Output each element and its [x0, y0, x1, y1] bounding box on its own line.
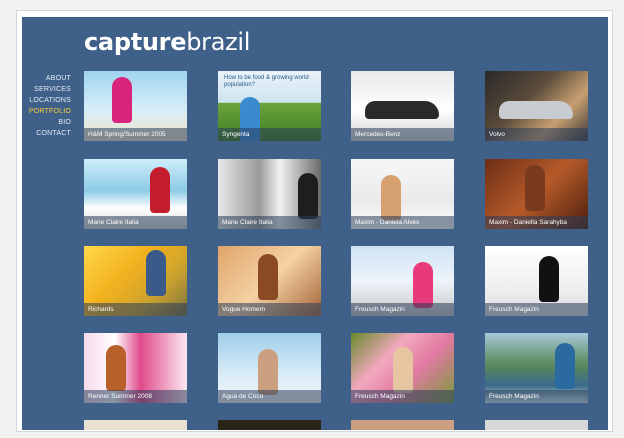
thumbnail-caption: Freusch Magazin — [485, 303, 588, 316]
thumbnail-caption: Maxim - Daniela Alves — [351, 216, 454, 229]
model-figure — [146, 250, 166, 296]
thumbnail-caption: Maxim - Daniella Sarahyba — [485, 216, 588, 229]
nav-item-services[interactable]: SERVICES — [34, 84, 71, 95]
portfolio-thumbnail[interactable]: Mercedes-Benz — [351, 71, 454, 141]
logo-word-brazil: brazil — [186, 28, 251, 56]
model-figure — [298, 173, 318, 219]
portfolio-thumbnail[interactable]: Richards — [84, 246, 187, 316]
thumbnail-caption: Agua de Coco — [218, 390, 321, 403]
ad-banner-text: How to be food & growing world populatio… — [224, 75, 309, 88]
thumbnail-caption: Freusch Magazin — [351, 390, 454, 403]
portfolio-thumbnail[interactable]: Volvo — [485, 71, 588, 141]
nav-item-contact[interactable]: CONTACT — [36, 128, 71, 139]
nav-item-portfolio[interactable]: PORTFOLIO — [29, 106, 71, 117]
model-figure — [112, 77, 132, 123]
thumbnail-caption: Marie Claire Italia — [84, 216, 187, 229]
nav-item-bio[interactable]: BIO — [58, 117, 71, 128]
thumbnail-caption: Volvo — [485, 128, 588, 141]
portfolio-thumbnail-partial[interactable] — [84, 420, 187, 430]
thumbnail-caption: Richards — [84, 303, 187, 316]
model-figure — [393, 347, 413, 393]
portfolio-thumbnail-partial[interactable] — [351, 420, 454, 430]
portfolio-thumbnail[interactable]: Freusch Magazin — [485, 333, 588, 403]
portfolio-thumbnail[interactable]: Freusch Magazin — [351, 246, 454, 316]
portfolio-thumbnail[interactable]: Vogue Homem — [218, 246, 321, 316]
portfolio-thumbnail[interactable]: Freusch Magazin — [351, 333, 454, 403]
car-image — [499, 101, 573, 119]
nav-item-locations[interactable]: LOCATIONS — [29, 95, 71, 106]
portfolio-thumbnail[interactable]: Marie Claire Italia — [218, 159, 321, 229]
site-page: capturebrazil ABOUT SERVICES LOCATIONS PORT… — [22, 17, 608, 430]
thumbnail-caption: Freusch Magazin — [351, 303, 454, 316]
model-figure — [258, 254, 278, 300]
site-logo[interactable]: capturebrazil — [84, 30, 250, 54]
portfolio-thumbnail[interactable]: Freusch Magazin — [485, 246, 588, 316]
portfolio-thumbnail[interactable]: How to be food & growing world populatio… — [218, 71, 321, 141]
logo-word-capture: capture — [84, 28, 187, 56]
portfolio-thumbnail[interactable]: Renner Summer 2008 — [84, 333, 187, 403]
model-figure — [258, 349, 278, 395]
model-figure — [539, 256, 559, 302]
model-figure — [525, 165, 545, 211]
main-nav: ABOUT SERVICES LOCATIONS PORTFOLIO BIO CONTAC… — [22, 73, 71, 139]
thumbnail-caption: Vogue Homem — [218, 303, 321, 316]
portfolio-thumbnail[interactable]: Maxim - Daniela Alves — [351, 159, 454, 229]
model-figure — [106, 345, 126, 391]
nav-item-about[interactable]: ABOUT — [46, 73, 71, 84]
thumbnail-caption: H&M Spring/Summer 2005 — [84, 128, 187, 141]
portfolio-thumbnail[interactable]: H&M Spring/Summer 2005 — [84, 71, 187, 141]
portfolio-thumbnail[interactable]: Maxim - Daniella Sarahyba — [485, 159, 588, 229]
portfolio-thumbnail[interactable]: Agua de Coco — [218, 333, 321, 403]
thumbnail-caption: Marie Claire Italia — [218, 216, 321, 229]
portfolio-thumbnail-partial[interactable] — [218, 420, 321, 430]
model-figure — [555, 343, 575, 389]
model-figure — [381, 175, 401, 221]
portfolio-thumbnail[interactable]: Marie Claire Italia — [84, 159, 187, 229]
thumbnail-caption: Freusch Magazin — [485, 390, 588, 403]
car-image — [365, 101, 439, 119]
thumbnail-caption: Mercedes-Benz — [351, 128, 454, 141]
thumbnail-caption: Syngenta — [218, 128, 321, 141]
portfolio-thumbnail-partial[interactable] — [485, 420, 588, 430]
model-figure — [150, 167, 170, 213]
model-figure — [413, 262, 433, 308]
thumbnail-caption: Renner Summer 2008 — [84, 390, 187, 403]
